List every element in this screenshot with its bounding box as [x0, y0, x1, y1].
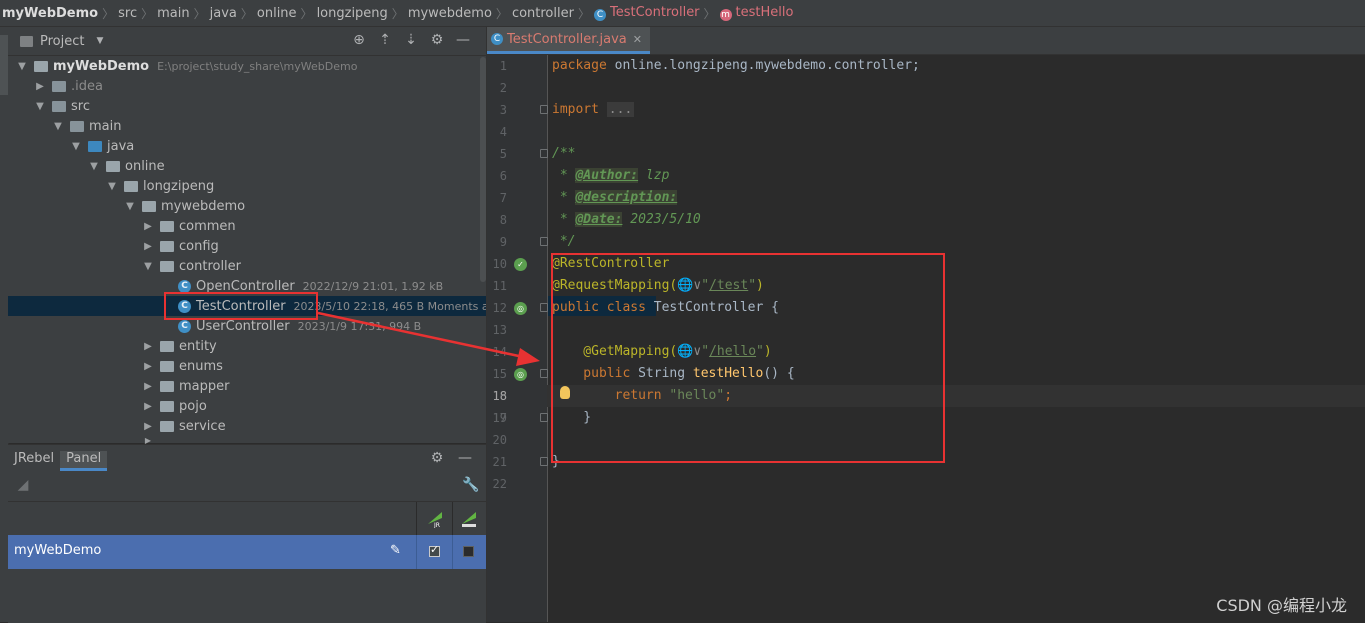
watermark: CSDN @编程小龙 [1216, 596, 1347, 615]
annotation-arrow [317, 311, 540, 366]
